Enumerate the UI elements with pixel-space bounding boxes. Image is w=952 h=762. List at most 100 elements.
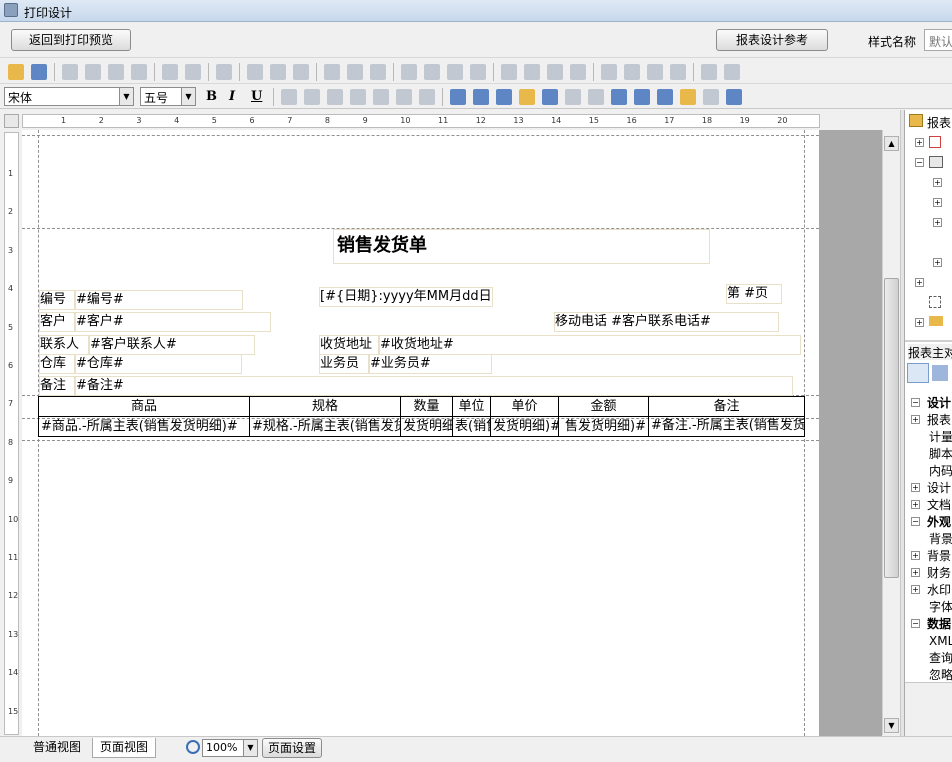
address-label[interactable]: 收货地址 (319, 335, 379, 355)
date-field[interactable]: [#{日期}:yyyy年MM月dd日#] (319, 287, 493, 307)
expand-toggle[interactable]: + (911, 551, 920, 560)
page-setup-button[interactable]: 页面设置 (262, 738, 322, 758)
expand-toggle[interactable]: + (911, 483, 920, 492)
open-icon[interactable] (8, 64, 24, 80)
table-cell[interactable]: #商品.-所属主表(销售发货明细)# (38, 416, 250, 437)
vertical-scrollbar[interactable]: ▲ ▼ (882, 130, 900, 735)
h-spacing-equal-icon[interactable] (501, 64, 517, 80)
tab-normal-view[interactable]: 普通视图 (26, 738, 88, 758)
customer-value[interactable]: #客户# (75, 312, 271, 332)
v-spacing-dec-icon[interactable] (647, 64, 663, 80)
table-header-cell[interactable]: 单位 (452, 396, 491, 417)
property-row[interactable]: 背景 (929, 530, 952, 547)
insert-line-icon[interactable] (588, 89, 604, 105)
tab-page-view[interactable]: 页面视图 (92, 738, 156, 758)
property-row[interactable]: 内码 (929, 462, 952, 479)
expand-toggle[interactable]: + (911, 500, 920, 509)
h-spacing-inc-icon[interactable] (524, 64, 540, 80)
tree-root-label[interactable]: 报表 (927, 114, 952, 131)
property-row[interactable]: 设计 (927, 479, 952, 496)
table-cell[interactable]: #备注.-所属主表(销售发货明细)# (648, 416, 805, 437)
report-title[interactable]: 销售发货单 (333, 229, 710, 264)
h-spacing-remove-icon[interactable] (570, 64, 586, 80)
insert-field-icon[interactable] (473, 89, 489, 105)
text-top-icon[interactable] (373, 89, 389, 105)
table-cell[interactable]: 发货明细)# (490, 416, 559, 437)
table-header-cell[interactable]: 单价 (490, 396, 559, 417)
salesman-value[interactable]: #业务员# (369, 354, 492, 374)
expand-toggle[interactable]: − (911, 398, 920, 407)
detail-table[interactable]: 商品 规格 数量 单位 单价 金额 备注 #商品.-所属主表(销售发货明细)# … (38, 396, 805, 437)
table-cell[interactable]: 售发货明细)# (558, 416, 649, 437)
insert-subreport-icon[interactable] (726, 89, 742, 105)
no-label[interactable]: 编号 (39, 290, 75, 310)
bold-button[interactable]: B (206, 89, 217, 104)
table-cell[interactable]: 表(销售发货明细)# (452, 416, 491, 437)
report-reference-button[interactable]: 报表设计参考 (716, 29, 828, 51)
size-to-grid-icon[interactable] (470, 64, 486, 80)
page-number-field[interactable]: 第 #页 (726, 284, 782, 304)
align-bottom-icon[interactable] (370, 64, 386, 80)
property-row[interactable]: 脚本 (929, 445, 952, 462)
salesman-label[interactable]: 业务员 (319, 354, 369, 374)
zoom-select[interactable]: 100% ▼ (202, 739, 258, 757)
save-icon[interactable] (31, 64, 47, 80)
insert-formula-icon[interactable] (496, 89, 512, 105)
text-justify-icon[interactable] (350, 89, 366, 105)
warehouse-label[interactable]: 仓库 (39, 354, 75, 374)
align-middle-icon[interactable] (347, 64, 363, 80)
undo-icon[interactable] (162, 64, 178, 80)
property-row[interactable]: XML表 (929, 632, 952, 649)
text-middle-icon[interactable] (396, 89, 412, 105)
text-align-left-icon[interactable] (281, 89, 297, 105)
expand-toggle[interactable]: − (911, 619, 920, 628)
property-row[interactable]: 水印 (927, 581, 952, 598)
insert-table-icon[interactable] (611, 89, 627, 105)
delete-icon[interactable] (131, 64, 147, 80)
property-row[interactable]: 字体 (929, 598, 952, 615)
expand-toggle[interactable]: + (911, 585, 920, 594)
insert-image-icon[interactable] (634, 89, 650, 105)
insert-system-var-icon[interactable] (519, 89, 535, 105)
remark-value[interactable]: #备注# (75, 376, 793, 396)
align-center-icon[interactable] (270, 64, 286, 80)
remark-label[interactable]: 备注 (39, 376, 75, 396)
insert-barcode-icon[interactable] (657, 89, 673, 105)
customer-label[interactable]: 客户 (39, 312, 75, 332)
property-row[interactable]: 查询 (929, 649, 952, 666)
scroll-up-icon[interactable]: ▲ (884, 136, 899, 151)
no-value[interactable]: #编号# (75, 290, 243, 310)
style-name-input[interactable]: 默认 (924, 29, 952, 51)
font-name-select[interactable]: 宋体 ▼ (4, 87, 134, 106)
table-cell[interactable]: #规格.-所属主表(销售发货明细)# (249, 416, 401, 437)
property-row[interactable]: 计量 (929, 428, 952, 445)
table-cell[interactable]: 发货明细)# (400, 416, 453, 437)
text-bottom-icon[interactable] (419, 89, 435, 105)
property-row[interactable]: 财务 (927, 564, 952, 581)
align-right-icon[interactable] (293, 64, 309, 80)
property-row[interactable]: 背景 (927, 547, 952, 564)
text-align-center-icon[interactable] (304, 89, 320, 105)
insert-text-icon[interactable] (450, 89, 466, 105)
align-left-icon[interactable] (247, 64, 263, 80)
property-row[interactable]: 忽略 (929, 666, 952, 683)
table-header-cell[interactable]: 数量 (400, 396, 453, 417)
back-to-preview-button[interactable]: 返回到打印预览 (11, 29, 131, 51)
chevron-down-icon[interactable]: ▼ (119, 88, 133, 105)
h-spacing-dec-icon[interactable] (547, 64, 563, 80)
expand-toggle[interactable]: − (911, 517, 920, 526)
redo-icon[interactable] (185, 64, 201, 80)
expand-toggle[interactable]: + (911, 415, 920, 424)
same-width-icon[interactable] (401, 64, 417, 80)
align-top-icon[interactable] (324, 64, 340, 80)
insert-chart-icon[interactable] (680, 89, 696, 105)
zoom-icon[interactable] (186, 740, 200, 754)
send-back-icon[interactable] (724, 64, 740, 80)
property-row[interactable]: 数据 (927, 615, 952, 632)
property-row[interactable]: 设计 (927, 394, 952, 411)
table-header-cell[interactable]: 商品 (38, 396, 250, 417)
property-row[interactable]: 外观 (927, 513, 952, 530)
warehouse-value[interactable]: #仓库# (75, 354, 242, 374)
scroll-down-icon[interactable]: ▼ (884, 718, 899, 733)
expand-toggle[interactable]: + (911, 568, 920, 577)
